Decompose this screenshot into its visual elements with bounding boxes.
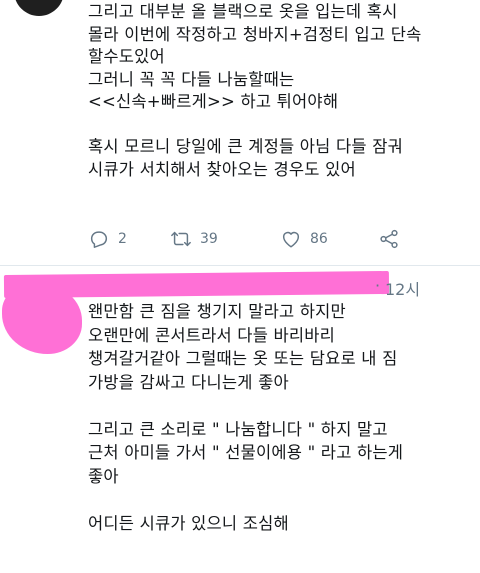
heart-icon [282,231,300,248]
tweet-text-line: 오랜만에 콘서트라서 다들 바리바리 [88,325,336,345]
tweet-text-line: 어디든 시큐가 있으니 조심해 [88,513,289,533]
tweet-text-line: 시큐가 서치해서 찾아오는 경우도 있어 [88,159,356,179]
tweet-text-line: 혹시 모르니 당일에 큰 계정들 아님 다들 잠궈 [88,137,403,156]
redaction-mark [3,270,390,299]
tweet-timestamp[interactable]: 12시 [385,276,420,300]
retweet-button[interactable]: 39 [170,228,280,250]
tweet-text-line: 좋아 [88,466,119,486]
tweet-body: 그리고 대부분 올 블랙으로 옷을 입는데 혹시 몰라 이번에 작정하고 청바지… [88,1,473,181]
reply-icon [90,231,108,248]
tweet-divider [0,265,480,266]
tweet-text-line: <<신속+빠르게>> 하고 튀어야해 [88,92,339,111]
like-button[interactable]: 86 [280,228,378,250]
retweet-icon [171,231,191,247]
share-button[interactable] [378,228,418,250]
tweet-text-line: 그리고 대부분 올 블랙으로 옷을 입는데 혹시 [88,2,398,21]
tweet-text-line: 가방을 감싸고 다니는게 좋아 [88,372,289,392]
retweet-count: 39 [200,231,218,247]
tweet-text-line: 근처 아미들 가서 " 선물이에용 " 라고 하는게 [88,443,404,462]
header-separator: · [375,276,381,295]
tweet-text-line: 왠만함 큰 짐을 챙기지 말라고 하지만 [88,302,346,321]
tweet-text-line: 그리고 큰 소리로 " 나눔합니다 " 하지 말고 [88,419,388,439]
tweet-text-line: 챙겨갈거같아 그럴때는 옷 또는 담요로 내 짐 [88,349,398,368]
tweet-body: 왠만함 큰 짐을 챙기지 말라고 하지만 오랜만에 콘서트라서 다들 바리바리 … [88,300,473,535]
tweet-text-line: 할수도있어 [88,47,165,66]
avatar[interactable] [14,0,64,16]
tweet-text-line: 그러니 꼭 꼭 다들 나눔할때는 [88,69,295,89]
like-count: 86 [310,231,328,247]
tweet-action-bar: 2 39 86 [88,226,418,252]
reply-button[interactable]: 2 [88,228,170,250]
share-icon [380,229,398,249]
tweet-text-line: 몰라 이번에 작정하고 청바지+검정티 입고 단속 [88,24,422,44]
reply-count: 2 [118,231,127,247]
